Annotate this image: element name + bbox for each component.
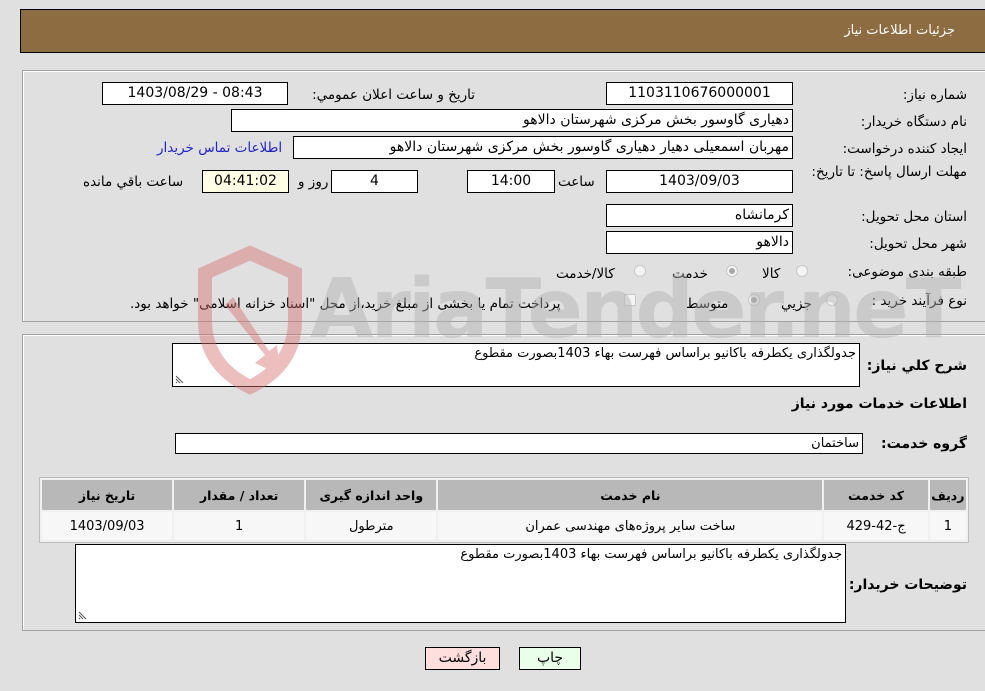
col-unit: واحد اندازه گیری (306, 480, 437, 510)
province-field[interactable]: کرمانشاه (606, 204, 793, 227)
deadline-date-field[interactable]: 1403/09/03 (606, 170, 793, 193)
days-label: روز و (298, 174, 329, 190)
cell-row-number: 1 (929, 512, 966, 540)
treasury-checkbox-label: پرداخت تمام یا بخشی از مبلغ خرید،از محل … (130, 296, 561, 312)
print-button[interactable]: چاپ (519, 647, 581, 670)
buyer-notes-label: توضیحات خریدار: (848, 577, 967, 593)
col-need-date: تاریخ نیاز (42, 480, 173, 510)
requester-label: ایجاد کننده درخواست: (842, 141, 967, 157)
cell-service-name: ساخت سایر پروژه‌های مهندسی عمران (438, 512, 823, 540)
purchase-radio-minor[interactable] (826, 294, 838, 306)
col-service-code: کد خدمت (824, 480, 928, 510)
category-option-goods: کالا (762, 266, 781, 282)
purchase-radio-medium[interactable] (748, 294, 760, 306)
deadline-time-label: ساعت (558, 174, 595, 190)
need-number-label: شماره نیاز: (902, 87, 967, 103)
remaining-label: ساعت باقي مانده (83, 174, 184, 190)
table-header-row: ردیف کد خدمت نام خدمت واحد اندازه گیری ت… (42, 480, 966, 510)
deadline-time-field[interactable]: 14:00 (467, 170, 555, 193)
page-title: جزئیات اطلاعات نیاز (844, 23, 955, 38)
category-radio-goods-service[interactable] (634, 265, 646, 277)
description-text: جدولگذاری یکطرفه باکانیو براساس فهرست به… (474, 346, 856, 361)
purchase-type-label: نوع فرآیند خرید : (871, 293, 967, 309)
city-label: شهر محل تحویل: (869, 236, 967, 252)
resize-grip-icon[interactable] (175, 375, 184, 384)
services-section-title: اطلاعات خدمات مورد نیاز (791, 396, 967, 412)
description-textarea[interactable]: جدولگذاری یکطرفه باکانیو براساس فهرست به… (172, 343, 860, 387)
cell-service-code: ج-42-429 (824, 512, 928, 540)
remaining-time-field: 04:41:02 (202, 170, 289, 193)
service-group-field[interactable]: ساختمان (175, 433, 863, 454)
services-table: ردیف کد خدمت نام خدمت واحد اندازه گیری ت… (39, 477, 969, 543)
province-label: استان محل تحویل: (861, 209, 967, 225)
category-label: طبقه بندی موضوعی: (847, 264, 967, 280)
buyer-org-field[interactable]: دهیاری گاوسور بخش مرکزی شهرستان دالاهو (231, 109, 793, 132)
treasury-checkbox[interactable] (624, 294, 636, 306)
buyer-contact-link[interactable]: اطلاعات تماس خریدار (157, 140, 282, 156)
buyer-notes-textarea[interactable]: جدولگذاری یکطرفه باکانیو براساس فهرست به… (75, 544, 846, 623)
cell-quantity: 1 (174, 512, 305, 540)
col-quantity: تعداد / مقدار (174, 480, 305, 510)
back-button[interactable]: بازگشت (425, 647, 500, 670)
category-option-goods-service: کالا/خدمت (556, 266, 615, 282)
deadline-label: مهلت ارسال پاسخ: تا تاریخ: (811, 164, 967, 180)
details-panel (22, 70, 985, 322)
category-radio-goods[interactable] (796, 265, 808, 277)
cell-unit: مترطول (306, 512, 437, 540)
buyer-org-label: نام دستگاه خریدار: (860, 114, 967, 130)
service-group-label: گروه خدمت: (881, 436, 967, 452)
col-row-number: ردیف (929, 480, 966, 510)
announce-datetime-label: تاریخ و ساعت اعلان عمومي: (312, 87, 475, 103)
need-number-field[interactable]: 1103110676000001 (606, 82, 793, 105)
purchase-option-medium: متوسط (686, 296, 729, 312)
category-radio-service[interactable] (726, 265, 738, 277)
buyer-notes-text: جدولگذاری یکطرفه باکانیو براساس فهرست به… (460, 547, 842, 562)
col-service-name: نام خدمت (438, 480, 823, 510)
table-row[interactable]: 1 ج-42-429 ساخت سایر پروژه‌های مهندسی عم… (42, 512, 966, 540)
resize-grip-icon[interactable] (78, 611, 87, 620)
page-header: جزئیات اطلاعات نیاز (20, 9, 985, 53)
requester-field[interactable]: مهربان اسمعیلی دهیار دهیاری گاوسور بخش م… (293, 136, 793, 159)
category-option-service: خدمت (672, 266, 708, 282)
announce-datetime-field[interactable]: 1403/08/29 - 08:43 (102, 82, 288, 105)
remaining-days-field: 4 (331, 170, 418, 193)
cell-need-date: 1403/09/03 (42, 512, 173, 540)
city-field[interactable]: دالاهو (606, 231, 793, 254)
purchase-option-minor: جزیي (781, 296, 812, 312)
description-label: شرح کلي نیاز: (866, 358, 967, 374)
